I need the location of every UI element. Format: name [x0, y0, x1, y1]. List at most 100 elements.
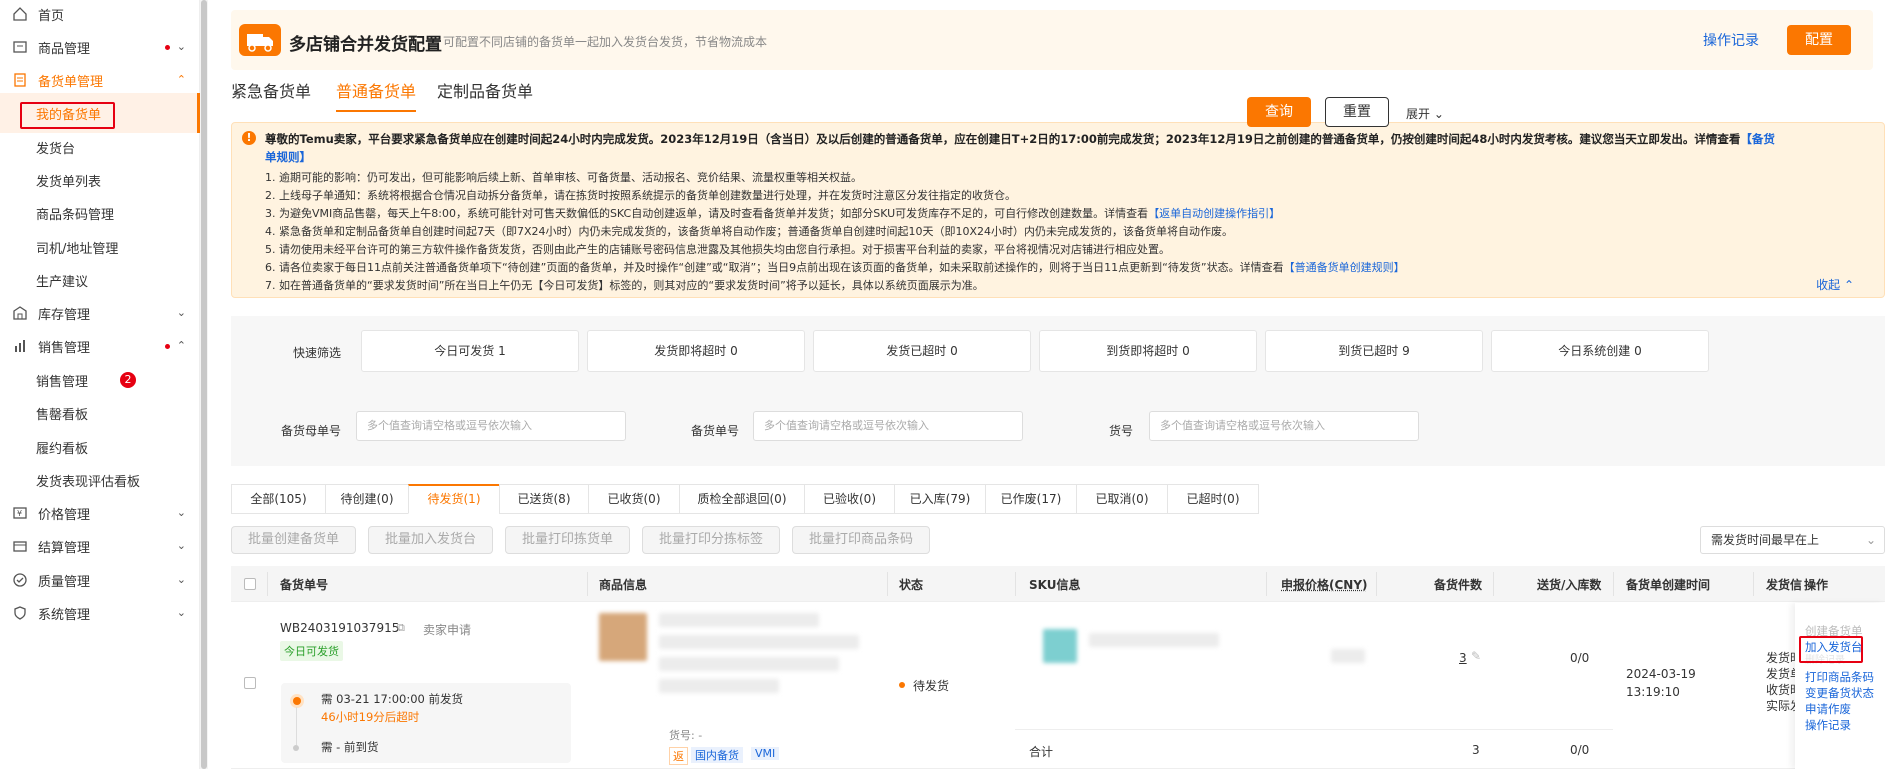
copy-icon[interactable]: ⧉	[397, 621, 405, 635]
warehouse-icon	[12, 305, 28, 321]
sidebar-item-label: 备货单管理	[38, 74, 104, 90]
vmi-tag: VMI	[751, 747, 780, 760]
notice-main-cont: 单规则】	[265, 149, 311, 165]
actions-column: 创建备货单 加入发货台 删除记录 打印商品条码 变更备货状态 申请作废 操作记录	[1795, 603, 1885, 769]
total-delivered: 0/0	[1570, 743, 1590, 757]
sku-image	[1043, 629, 1077, 663]
timeline-dot	[293, 697, 301, 705]
banner-subtitle: 可配置不同店铺的备货单一起加入发货台发货，节省物流成本	[443, 35, 768, 49]
column-header-actions: 操作	[1804, 578, 1829, 592]
tab-custom-orders[interactable]: 定制品备货单	[437, 78, 533, 102]
return-order-guide-link[interactable]: 【返单自动创建操作指引】	[1148, 207, 1280, 220]
merge-shipping-banner: 多店铺合并发货配置 可配置不同店铺的备货单一起加入发货台发货，节省物流成本 操作…	[231, 10, 1873, 70]
tab-received[interactable]: 已收货(0)	[588, 484, 680, 514]
tab-delivered[interactable]: 已送货(8)	[499, 484, 589, 514]
row-checkbox[interactable]	[244, 677, 256, 689]
row-divider	[1015, 729, 1613, 730]
stock-qty[interactable]: 3	[1459, 651, 1467, 665]
column-header-created: 备货单创建时间	[1626, 578, 1711, 592]
sku-no-input[interactable]: 多个值查询请空格或逗号依次输入	[1149, 411, 1419, 441]
arrive-deadline: 需 - 前到货	[321, 740, 379, 754]
batch-print-barcode-button[interactable]: 批量打印商品条码	[792, 526, 930, 554]
sidebar-item-label: 销售管理	[38, 340, 91, 356]
ship-deadline: 需 03-21 17:00:00 前发货	[321, 692, 464, 706]
reset-button[interactable]: 重置	[1325, 97, 1389, 127]
parent-order-input[interactable]: 多个值查询请空格或逗号依次输入	[356, 411, 626, 441]
tab-inspected[interactable]: 已验收(0)	[804, 484, 895, 514]
product-icon	[12, 39, 28, 55]
tab-stocked[interactable]: 已入库(79)	[894, 484, 986, 514]
quick-filter-system-created[interactable]: 今日系统创建 0	[1491, 330, 1709, 372]
batch-add-to-desk-button[interactable]: 批量加入发货台	[368, 526, 493, 554]
column-header-price[interactable]: 申报价格(CNY)	[1281, 576, 1368, 593]
batch-create-button[interactable]: 批量创建备货单	[231, 526, 356, 554]
tab-voided[interactable]: 已作废(17)	[985, 484, 1077, 514]
tab-qc-returned[interactable]: 质检全部退回(0)	[679, 484, 805, 514]
notification-dot	[165, 45, 170, 50]
operation-log-link[interactable]: 操作记录	[1703, 30, 1759, 50]
batch-print-picking-button[interactable]: 批量打印拣货单	[505, 526, 630, 554]
create-rules-link[interactable]: 【普通备货单创建规则】	[1284, 261, 1405, 274]
chevron-down-icon: ⌄	[176, 506, 186, 519]
tab-cancelled[interactable]: 已取消(0)	[1076, 484, 1168, 514]
tab-to-create[interactable]: 待创建(0)	[325, 484, 409, 514]
sidebar-item-system[interactable]: 系统管理 ⌄	[0, 593, 200, 633]
total-label: 合计	[1029, 745, 1054, 759]
sidebar-item-label: 销售管理	[36, 374, 89, 390]
status-dot	[899, 682, 905, 688]
sidebar-item-label: 生产建议	[36, 274, 89, 290]
quick-filter-arrive-soon-timeout[interactable]: 到货即将超时 0	[1039, 330, 1257, 372]
quick-filter-ship-timeout[interactable]: 发货已超时 0	[813, 330, 1031, 372]
notice-main-text: 尊敬的Temu卖家，平台要求紧急备货单应在创建时间起24小时内完成发货。2023…	[265, 132, 1741, 146]
tab-timed-out[interactable]: 已超时(0)	[1167, 484, 1259, 514]
count-badge: 2	[120, 372, 136, 388]
chevron-down-icon: ⌄	[176, 306, 186, 319]
product-title-blurred	[659, 657, 839, 671]
collapse-link[interactable]: 收起 ⌃	[1816, 276, 1854, 293]
notification-dot	[165, 344, 170, 349]
config-button[interactable]: 配置	[1787, 25, 1851, 55]
quick-filter-label: 快速筛选	[293, 346, 342, 360]
query-button[interactable]: 查询	[1247, 97, 1311, 127]
chart-icon	[12, 338, 28, 354]
rules-notice: ! 尊敬的Temu卖家，平台要求紧急备货单应在创建时间起24小时内完成发货。20…	[231, 122, 1885, 298]
scrollbar-thumb[interactable]	[201, 0, 207, 769]
stock-rules-link-cont[interactable]: 单规则】	[265, 150, 311, 164]
tab-to-ship[interactable]: 待发货(1)	[408, 484, 500, 514]
tab-urgent-orders[interactable]: 紧急备货单	[231, 78, 311, 102]
price-icon: ¥	[12, 505, 28, 521]
operation-log-row-link[interactable]: 操作记录	[1805, 717, 1851, 733]
sort-select[interactable]: 需发货时间最早在上 ⌄	[1700, 526, 1885, 554]
check-circle-icon	[12, 572, 28, 588]
select-all-checkbox[interactable]	[244, 578, 256, 590]
sku-no-label: 货号	[1109, 424, 1134, 438]
quick-filter-arrive-timeout[interactable]: 到货已超时 9	[1265, 330, 1483, 372]
chevron-up-icon: ⌃	[176, 339, 186, 352]
quick-filter-ship-soon-timeout[interactable]: 发货即将超时 0	[587, 330, 805, 372]
sidebar-item-label: 质量管理	[38, 574, 91, 590]
order-no-input[interactable]: 多个值查询请空格或逗号依次输入	[753, 411, 1023, 441]
quick-filter-today[interactable]: 今日可发货 1	[361, 330, 579, 372]
tab-all[interactable]: 全部(105)	[231, 484, 326, 514]
parent-order-label: 备货母单号	[281, 424, 342, 438]
stock-rules-link[interactable]: 【备货	[1740, 132, 1775, 146]
notice-main: 尊敬的Temu卖家，平台要求紧急备货单应在创建时间起24小时内完成发货。2023…	[265, 131, 1775, 147]
column-header-product: 商品信息	[599, 578, 648, 592]
sidebar-item-label: 发货台	[36, 141, 76, 157]
expand-filters[interactable]: 展开 ⌄	[1406, 105, 1444, 122]
sidebar-item-label: 价格管理	[38, 507, 91, 523]
sku-code: 货号: -	[669, 729, 703, 742]
total-qty: 3	[1472, 743, 1480, 757]
print-barcode-link[interactable]: 打印商品条码	[1805, 669, 1874, 685]
sidebar-item-label: 发货单列表	[36, 174, 102, 190]
sidebar-item-label: 商品管理	[38, 41, 91, 57]
apply-void-link[interactable]: 申请作废	[1805, 701, 1851, 717]
product-image[interactable]	[599, 613, 647, 661]
change-status-link[interactable]: 变更备货状态	[1805, 685, 1874, 701]
tab-normal-orders[interactable]: 普通备货单	[336, 78, 417, 112]
orders-icon	[12, 72, 28, 88]
order-number: WB2403191037915	[280, 621, 400, 635]
sidebar-scrollbar[interactable]	[200, 0, 208, 769]
batch-print-sort-label-button[interactable]: 批量打印分拣标签	[642, 526, 780, 554]
edit-icon[interactable]: ✎	[1471, 649, 1481, 663]
